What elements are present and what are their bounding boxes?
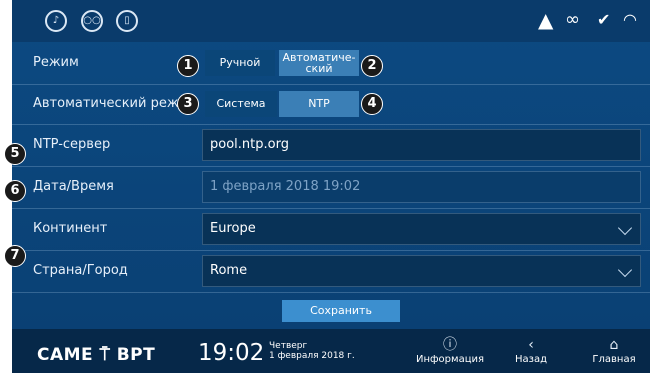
auto-mode-row: Автоматический режи Система NTP — [12, 84, 650, 125]
clock-time: 19:02 — [198, 340, 265, 366]
callout-6: 6 — [4, 180, 26, 202]
datetime-field: 1 февраля 2018 19:02 — [202, 171, 641, 203]
nav-info-label: Информация — [415, 354, 485, 365]
ntp-server-input[interactable]: pool.ntp.org — [202, 129, 641, 161]
mode-auto-button[interactable]: Автоматиче- ский — [279, 50, 359, 76]
bell-icon: ▲ — [538, 8, 554, 32]
ntp-server-label: NTP-сервер — [33, 137, 111, 152]
nav-back-label: Назад — [514, 354, 547, 365]
callout-3: 3 — [177, 93, 199, 115]
back-icon: ‹ — [528, 337, 534, 353]
nav-back-button[interactable]: ‹ Назад — [506, 336, 556, 365]
datetime-label: Дата/Время — [33, 179, 114, 194]
clock-date: Четверг 1 февраля 2018 г. — [269, 341, 355, 361]
nav-home-label: Главная — [592, 354, 636, 365]
callout-4: 4 — [361, 93, 383, 115]
auto-mode-ntp-button[interactable]: NTP — [279, 91, 359, 117]
city-select[interactable]: Rome — [202, 255, 641, 287]
continent-row: Континент Europe — [12, 208, 650, 251]
door-icon[interactable]: ▯ — [116, 10, 138, 32]
mode-label: Режим — [33, 55, 79, 70]
chevron-down-icon — [617, 262, 633, 278]
auto-mode-system-button[interactable]: Система — [205, 91, 277, 117]
mode-row: Режим Ручной Автоматиче- ский — [12, 42, 650, 85]
status-bar: ♪ ○○ ▯ ▲ ∞ ✔ ◠ — [12, 0, 650, 42]
settings-screen: ♪ ○○ ▯ ▲ ∞ ✔ ◠ Режим Ручной Автоматиче- … — [12, 0, 650, 373]
wifi-icon: ◠ — [623, 10, 637, 29]
continent-select[interactable]: Europe — [202, 213, 641, 245]
clock-date-text: 1 февраля 2018 г. — [269, 351, 355, 361]
city-label: Страна/Город — [33, 263, 128, 278]
music-off-icon[interactable]: ♪ — [45, 10, 67, 32]
callout-5: 5 — [4, 143, 26, 165]
continent-label: Континент — [33, 221, 108, 236]
voicemail-icon[interactable]: ○○ — [81, 10, 103, 32]
info-icon: ⓘ — [443, 337, 457, 353]
callout-1: 1 — [177, 55, 199, 77]
home-icon: ⌂ — [609, 337, 619, 353]
save-button[interactable]: Сохранить — [282, 300, 400, 322]
auto-mode-label: Автоматический режи — [33, 96, 187, 111]
brand-logo: CAME ⍑ BPT — [37, 345, 156, 365]
callout-2: 2 — [361, 55, 383, 77]
clock-weekday: Четверг — [269, 341, 308, 351]
callout-7: 7 — [4, 245, 26, 267]
mode-manual-button[interactable]: Ручной — [205, 50, 275, 76]
chevron-down-icon — [617, 220, 633, 236]
nav-info-button[interactable]: ⓘ Информация — [410, 336, 490, 365]
nav-home-button[interactable]: ⌂ Главная — [587, 336, 641, 365]
ntp-server-row: NTP-сервер pool.ntp.org — [12, 124, 650, 167]
continent-value: Europe — [210, 221, 256, 236]
city-row: Страна/Город Rome — [12, 250, 650, 293]
city-value: Rome — [210, 263, 248, 278]
link-icon: ∞ — [565, 9, 580, 30]
datetime-row: Дата/Время 1 февраля 2018 19:02 — [12, 166, 650, 209]
check-icon: ✔ — [597, 10, 611, 29]
